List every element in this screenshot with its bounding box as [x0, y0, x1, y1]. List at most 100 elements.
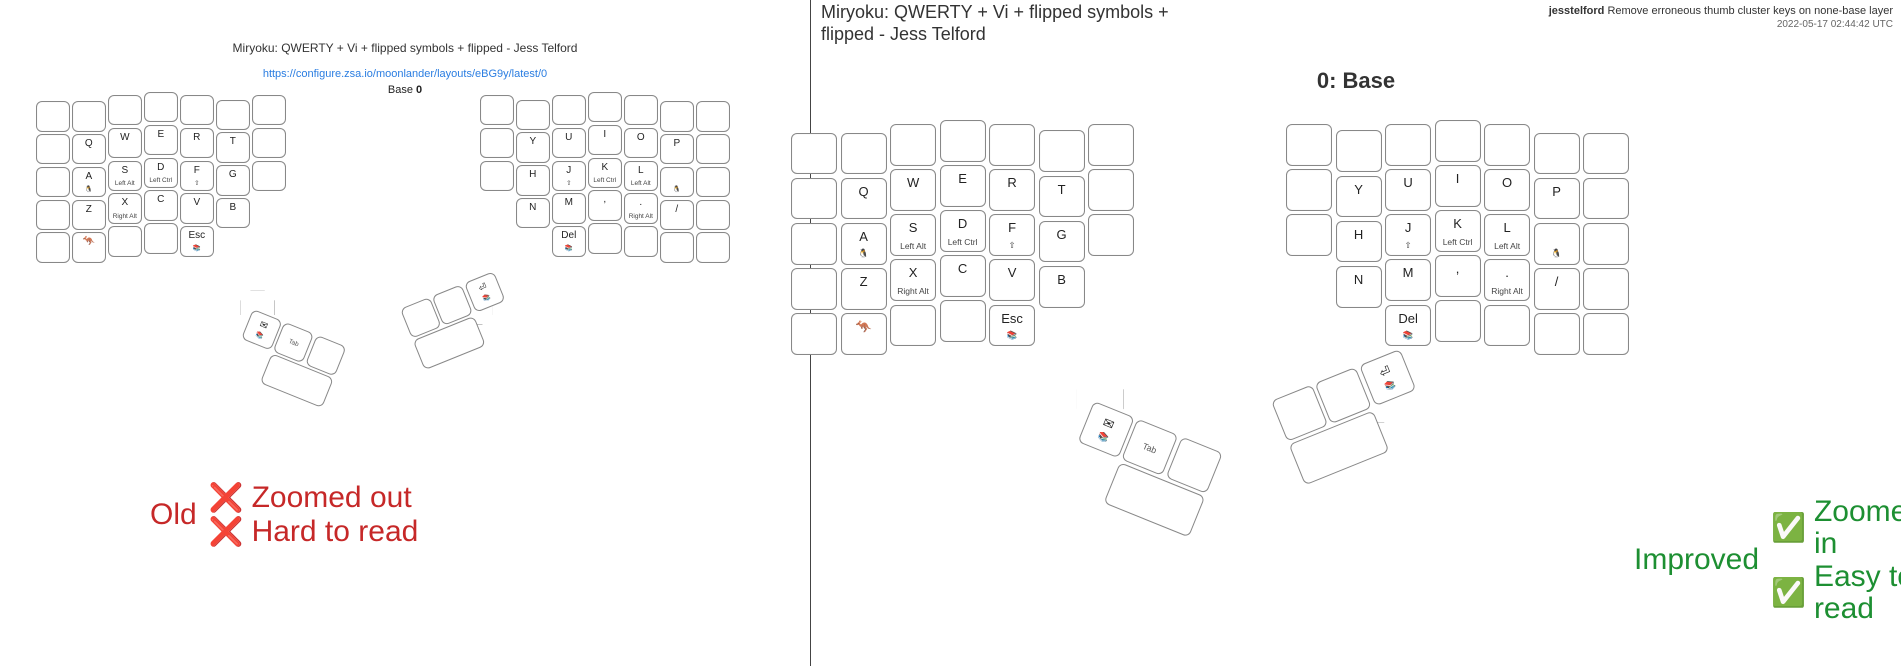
keycap: 🦘 [841, 313, 887, 355]
keycap [1583, 223, 1629, 265]
old-caption-label: Old [150, 498, 197, 532]
keycap: I [1435, 165, 1481, 207]
keycap: / [660, 200, 694, 230]
keycap: SLeft Alt [890, 214, 936, 256]
keycap: Esc📚 [180, 226, 214, 256]
old-title: Miryoku: QWERTY + Vi + flipped symbols +… [0, 41, 810, 55]
keycap: XRight Alt [108, 193, 142, 223]
improved-caption: Improved ✅Zoomed in ✅Easy to read [1634, 496, 1901, 624]
keycap [480, 95, 514, 125]
keycap: KLeft Ctrl [588, 158, 622, 188]
keycap: V [989, 259, 1035, 301]
keycap: A🐧 [72, 167, 106, 197]
keycap [624, 95, 658, 125]
keycap: G [216, 165, 250, 195]
left-panel: Miryoku: QWERTY + Vi + flipped symbols +… [0, 0, 810, 666]
keycap: .Right Alt [1484, 259, 1530, 301]
keycap [1088, 169, 1134, 211]
keycap: B [216, 198, 250, 228]
keycap [1484, 305, 1530, 347]
keycap: DLeft Ctrl [144, 158, 178, 188]
keycap: 🐧 [660, 167, 694, 197]
keycap: .Right Alt [624, 193, 658, 223]
new-title: Miryoku: QWERTY + Vi + flipped symbols +… [821, 2, 1221, 45]
keycap: , [1435, 255, 1481, 297]
keycap: M [1385, 259, 1431, 301]
keycap: P [660, 134, 694, 164]
keycap [696, 101, 730, 131]
old-config-url: https://configure.zsa.io/moonlander/layo… [0, 68, 810, 80]
commit-message: Remove erroneous thumb cluster keys on n… [1607, 5, 1893, 17]
keycap: 🦘 [72, 232, 106, 262]
keycap [1088, 124, 1134, 166]
old-caption-line2: Hard to read [252, 516, 419, 548]
commit-date: 2022-05-17 02:44:42 UTC [1549, 19, 1893, 30]
improved-caption-line1: Zoomed in [1814, 496, 1901, 559]
keycap [791, 223, 837, 265]
keycap: C [940, 255, 986, 297]
keycap [1435, 120, 1481, 162]
keycap: LLeft Alt [1484, 214, 1530, 256]
keycap [36, 134, 70, 164]
keycap [696, 200, 730, 230]
keycap [989, 124, 1035, 166]
check-icon: ✅ [1771, 578, 1806, 607]
keycap [1534, 313, 1580, 355]
keycap [890, 305, 936, 347]
keycap: N [1336, 266, 1382, 308]
keycap: Del📚 [1385, 305, 1431, 347]
keycap [252, 161, 286, 191]
old-caption-line1: Zoomed out [252, 482, 412, 514]
keycap: Q [72, 134, 106, 164]
check-icon: ✅ [1771, 513, 1806, 542]
keycap [588, 92, 622, 122]
keycap: , [588, 190, 622, 220]
keycap: KLeft Ctrl [1435, 210, 1481, 252]
commit-info: jesstelford Remove erroneous thumb clust… [1549, 5, 1893, 30]
keycap [108, 226, 142, 256]
keycap: 🐧 [1534, 223, 1580, 265]
right-panel: Miryoku: QWERTY + Vi + flipped symbols +… [811, 0, 1901, 666]
keycap: I [588, 125, 622, 155]
keycap [144, 223, 178, 253]
keycap: R [180, 128, 214, 158]
keycap: Q [841, 178, 887, 220]
keycap [696, 232, 730, 262]
keycap [1039, 130, 1085, 172]
keycap [252, 95, 286, 125]
new-layer-label: 0: Base [811, 68, 1901, 94]
keycap [1286, 169, 1332, 211]
keycap: Z [72, 200, 106, 230]
keycap [36, 101, 70, 131]
keycap: H [516, 165, 550, 195]
keycap: C [144, 190, 178, 220]
cross-icon: ❌ [209, 517, 244, 546]
keycap: F⇧ [989, 214, 1035, 256]
keycap: W [890, 169, 936, 211]
keycap [1088, 214, 1134, 256]
keycap: Del📚 [552, 226, 586, 256]
keycap [791, 133, 837, 175]
keycap: Y [516, 132, 550, 162]
keycap [516, 100, 550, 130]
keycap [36, 200, 70, 230]
keycap: Z [841, 268, 887, 310]
keycap: U [552, 128, 586, 158]
author: jesstelford [1549, 5, 1605, 17]
keycap [588, 223, 622, 253]
keycap: P [1534, 178, 1580, 220]
keycap [660, 101, 694, 131]
keycap: T [1039, 176, 1085, 218]
keycap: A🐧 [841, 223, 887, 265]
keycap: SLeft Alt [108, 161, 142, 191]
keycap [480, 161, 514, 191]
keycap [1583, 268, 1629, 310]
keycap: N [516, 198, 550, 228]
keycap: U [1385, 169, 1431, 211]
keycap [791, 313, 837, 355]
keycap: G [1039, 221, 1085, 263]
keycap: T [216, 132, 250, 162]
keycap [144, 92, 178, 122]
keycap [841, 133, 887, 175]
keycap [72, 101, 106, 131]
